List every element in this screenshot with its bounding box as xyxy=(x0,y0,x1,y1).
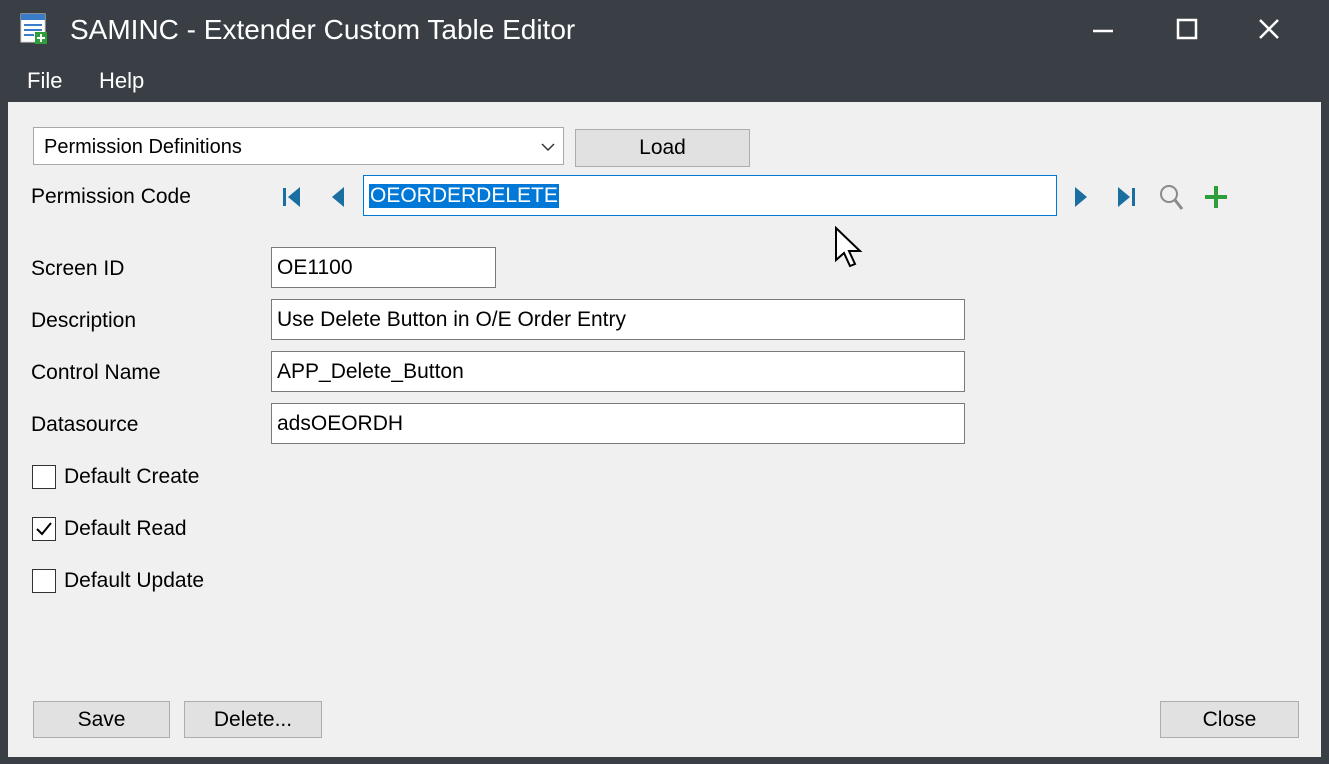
screen-id-label: Screen ID xyxy=(31,257,125,280)
description-field[interactable]: Use Delete Button in O/E Order Entry xyxy=(271,299,965,340)
add-icon[interactable] xyxy=(1203,182,1229,212)
close-icon xyxy=(1259,19,1279,39)
control-name-field[interactable]: APP_Delete_Button xyxy=(271,351,965,392)
menu-help[interactable]: Help xyxy=(99,68,144,94)
window-title: SAMINC - Extender Custom Table Editor xyxy=(70,14,576,45)
default-create-label: Default Create xyxy=(64,465,200,488)
table-select[interactable]: Permission Definitions xyxy=(33,127,564,165)
permission-code-input[interactable]: OEORDERDELETE xyxy=(363,175,1057,216)
table-add-icon xyxy=(20,13,47,44)
default-read-label: Default Read xyxy=(64,517,187,540)
next-record-icon[interactable] xyxy=(1067,182,1093,212)
datasource-label: Datasource xyxy=(31,413,139,436)
minimize-button[interactable] xyxy=(1063,0,1143,58)
first-record-icon[interactable] xyxy=(280,182,306,212)
menu-file[interactable]: File xyxy=(27,68,62,94)
form-panel: Permission Definitions Load Permission C… xyxy=(8,102,1321,757)
table-select-value: Permission Definitions xyxy=(44,136,242,158)
mouse-pointer-icon xyxy=(835,226,863,268)
maximize-icon xyxy=(1176,18,1198,40)
load-button[interactable]: Load xyxy=(575,129,750,167)
minimize-icon xyxy=(1093,29,1113,33)
maximize-button[interactable] xyxy=(1147,0,1227,58)
close-window-button[interactable] xyxy=(1229,0,1309,58)
chevron-down-icon xyxy=(541,143,555,152)
editor-window: SAMINC - Extender Custom Table Editor Fi… xyxy=(0,0,1329,764)
delete-button[interactable]: Delete... xyxy=(184,701,322,738)
permission-code-label: Permission Code xyxy=(31,185,191,208)
save-button[interactable]: Save xyxy=(33,701,170,738)
close-button[interactable]: Close xyxy=(1160,701,1299,738)
checkmark-icon xyxy=(36,522,52,536)
default-create-checkbox[interactable] xyxy=(32,465,56,489)
default-update-label: Default Update xyxy=(64,569,205,592)
default-update-checkbox[interactable] xyxy=(32,569,56,593)
permission-code-value: OEORDERDELETE xyxy=(369,183,559,208)
description-label: Description xyxy=(31,309,137,332)
control-name-label: Control Name xyxy=(31,361,161,384)
previous-record-icon[interactable] xyxy=(326,182,352,212)
screen-id-field[interactable]: OE1100 xyxy=(271,247,496,288)
title-bar[interactable]: SAMINC - Extender Custom Table Editor xyxy=(0,0,1329,58)
menu-bar: File Help xyxy=(0,58,1329,102)
default-read-checkbox[interactable] xyxy=(32,517,56,541)
search-icon[interactable] xyxy=(1158,182,1184,212)
datasource-field[interactable]: adsOEORDH xyxy=(271,403,965,444)
last-record-icon[interactable] xyxy=(1112,182,1138,212)
